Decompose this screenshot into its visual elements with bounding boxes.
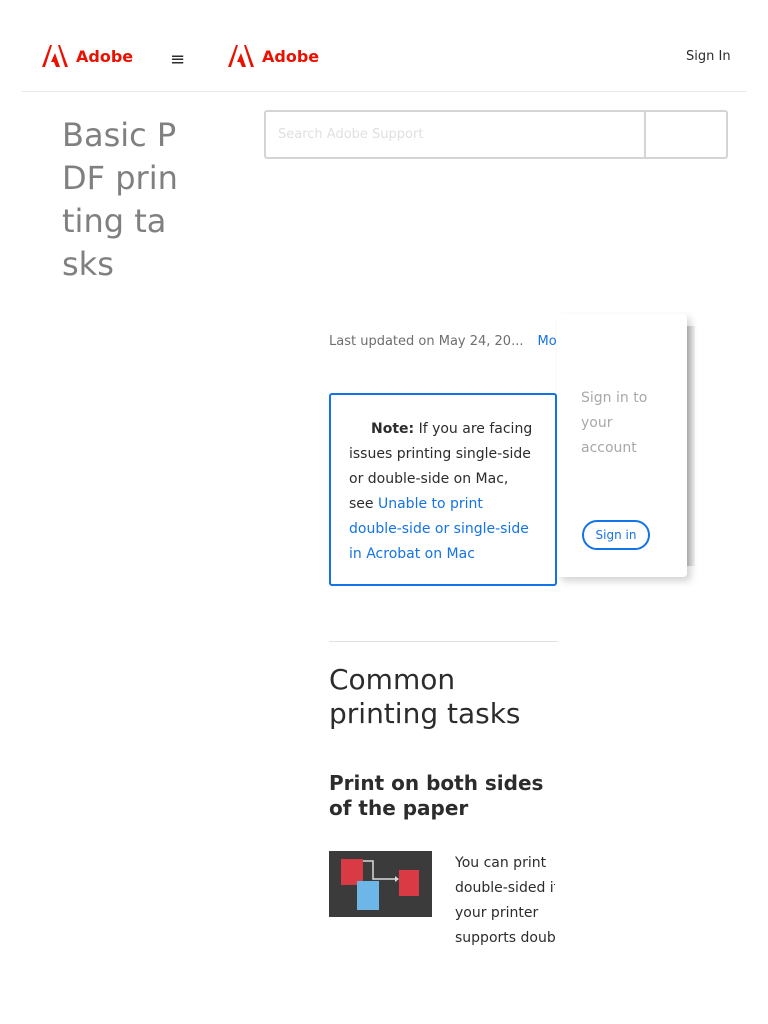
more-link[interactable]: More [537,334,559,349]
search-bar [264,110,728,159]
signin-prompt: Sign in to your account [581,390,648,456]
search-button[interactable] [646,112,726,157]
header-divider [22,91,746,92]
adobe-logo-secondary[interactable]: Adobe [228,45,319,67]
sign-in-link[interactable]: Sign In [686,49,731,64]
note-label-wrap: Note: [349,421,414,437]
hamburger-icon[interactable]: ≡ [170,49,185,70]
signin-button[interactable]: Sign in [582,520,650,550]
search-input[interactable] [266,112,644,157]
paragraph-line: double-sided if [455,880,555,896]
last-updated: Last updated on May 24, 20... More [329,334,559,349]
last-updated-text: Last updated on May 24, 20... [329,334,524,349]
section-title: Common printing tasks [329,663,521,730]
paragraph-line: supports doubl [455,930,555,946]
logo-text: Adobe [76,46,134,66]
paragraph-line: your printer [455,905,539,921]
note-box: Note: If you are facing issues printing … [329,393,557,586]
paragraph-line: You can print [455,855,547,871]
adobe-logo-icon [42,45,68,67]
duplex-print-icon [329,851,432,917]
page-title: Basic PDF printing tasks [62,116,178,283]
adobe-logo-primary[interactable]: Adobe [42,45,133,67]
paragraph: You can print double-sided if your print… [455,851,555,951]
subsection-title: Print on both sides of the paper [329,771,544,820]
section-divider [329,641,558,642]
note-label: Note: [371,421,415,437]
logo-text: Adobe [262,46,320,66]
card-shadow-edge [687,326,695,566]
adobe-logo-icon [228,45,254,67]
duplex-illustration [341,859,419,910]
signin-card: Sign in to your account Sign in [557,314,687,577]
